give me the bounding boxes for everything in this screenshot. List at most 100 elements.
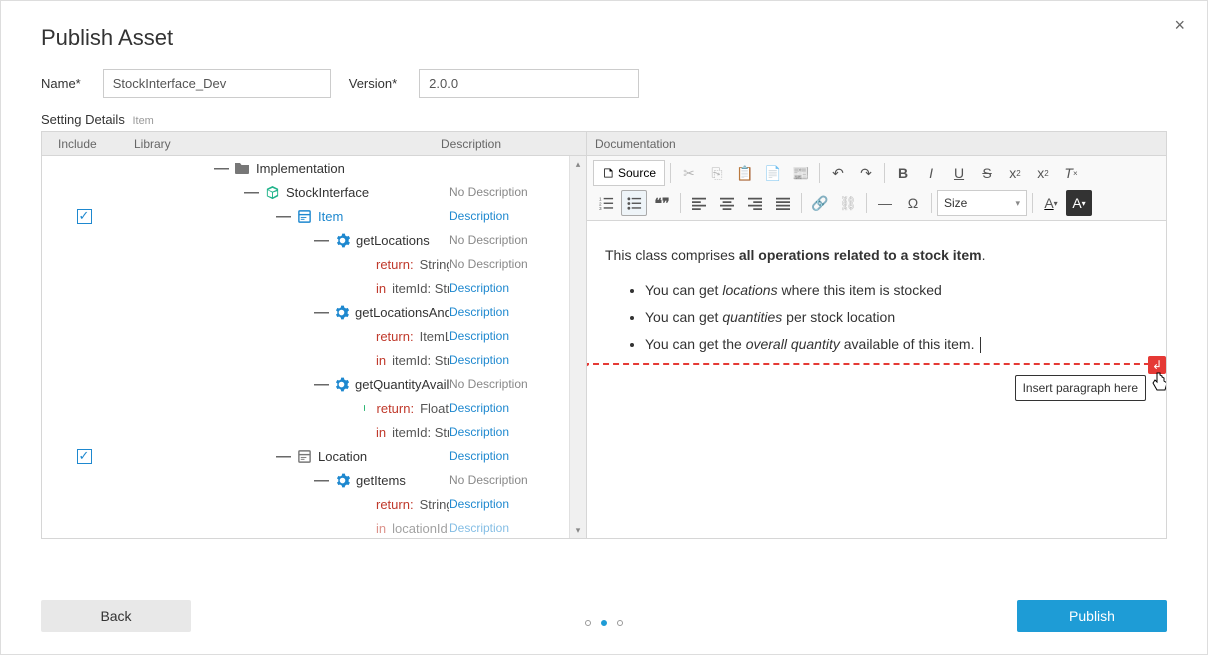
desc-link[interactable]: Description: [449, 401, 565, 415]
tree-row-return[interactable]: return: Float Description: [42, 396, 569, 420]
back-button[interactable]: Back: [41, 600, 191, 632]
tree-row-getlocationsandquantity[interactable]: — getLocationsAndQuantity Description: [42, 300, 569, 324]
name-input[interactable]: [103, 69, 331, 98]
tree-row-param[interactable]: in locationId: String Description: [42, 516, 569, 538]
tb-unlink-icon[interactable]: ⛓: [835, 190, 861, 216]
tb-textcolor-icon[interactable]: A ▾: [1038, 190, 1064, 216]
tb-align-right-icon[interactable]: [742, 190, 768, 216]
list-item: You can get the overall quantity availab…: [645, 334, 1148, 355]
tree-scrollbar[interactable]: [569, 156, 586, 538]
desc-link[interactable]: Description: [449, 521, 565, 535]
tb-size-dropdown[interactable]: Size ▾: [937, 190, 1027, 216]
step-dot-3[interactable]: [617, 620, 623, 626]
tb-italic-icon[interactable]: I: [918, 160, 944, 186]
tb-numbered-list-icon[interactable]: 123: [593, 190, 619, 216]
toggle-icon[interactable]: —: [314, 473, 328, 488]
tree-row-return[interactable]: return: String[] Description: [42, 492, 569, 516]
tb-align-justify-icon[interactable]: [770, 190, 796, 216]
tb-size-label: Size: [944, 196, 967, 210]
tb-bold-icon[interactable]: B: [890, 160, 916, 186]
svg-text:3: 3: [599, 206, 602, 211]
tb-bgcolor-icon[interactable]: A ▾: [1066, 190, 1092, 216]
desc-link[interactable]: Description: [449, 353, 565, 367]
tb-specialchar-icon[interactable]: Ω: [900, 190, 926, 216]
tb-redo-icon[interactable]: ↷: [853, 160, 879, 186]
toggle-icon[interactable]: —: [314, 233, 328, 248]
tb-link-icon[interactable]: 🔗: [807, 190, 833, 216]
tb-undo-icon[interactable]: ↶: [825, 160, 851, 186]
desc-link[interactable]: Description: [449, 449, 565, 463]
tb-cut-icon[interactable]: ✂: [676, 160, 702, 186]
section-title: Setting Details: [41, 112, 125, 127]
insert-paragraph-line[interactable]: ↲: [587, 363, 1166, 365]
step-dot-2[interactable]: [601, 620, 607, 626]
doc-header: Documentation: [587, 132, 1166, 156]
toggle-icon[interactable]: —: [244, 185, 258, 200]
tree-label: StockInterface: [286, 185, 369, 200]
param-text: itemId: String: [392, 281, 449, 296]
toggle-icon[interactable]: —: [314, 305, 328, 320]
param-text: itemId: String: [392, 425, 449, 440]
include-checkbox[interactable]: ✓: [77, 209, 92, 224]
tree-row-location[interactable]: ✓ — Location Description: [42, 444, 569, 468]
desc-none: No Description: [449, 185, 565, 199]
desc-link[interactable]: Description: [449, 281, 565, 295]
folder-icon: [234, 160, 250, 176]
tb-bullet-list-icon[interactable]: [621, 190, 647, 216]
toggle-icon[interactable]: —: [314, 377, 328, 392]
tb-subscript-icon[interactable]: x2: [1002, 160, 1028, 186]
editor-body[interactable]: This class comprises all operations rela…: [587, 221, 1166, 538]
tree-row-getitems[interactable]: — getItems No Description: [42, 468, 569, 492]
list-item: You can get quantities per stock locatio…: [645, 307, 1148, 328]
class-icon: [296, 448, 312, 464]
tb-paste-text-icon[interactable]: 📄: [760, 160, 786, 186]
kw-in: in: [376, 353, 386, 368]
tree-row-getlocations[interactable]: — getLocations No Description: [42, 228, 569, 252]
tb-hr-icon[interactable]: ―: [872, 190, 898, 216]
tb-source-button[interactable]: Source: [593, 160, 665, 186]
desc-link[interactable]: Description: [449, 209, 565, 223]
tb-paste-word-icon[interactable]: 📰: [788, 160, 814, 186]
tb-underline-icon[interactable]: U: [946, 160, 972, 186]
tree-row-param[interactable]: in itemId: String Description: [42, 348, 569, 372]
param-text: locationId: String: [392, 521, 449, 536]
toggle-icon[interactable]: —: [276, 449, 290, 464]
tree-panel: Include Library Description —: [42, 132, 587, 538]
tb-align-left-icon[interactable]: [686, 190, 712, 216]
tb-blockquote-icon[interactable]: ❝❞: [649, 190, 675, 216]
doc-list: You can get locations where this item is…: [645, 280, 1148, 355]
desc-link[interactable]: Description: [449, 329, 565, 343]
tb-strike-icon[interactable]: S: [974, 160, 1000, 186]
tree-row-getquantityavailable[interactable]: — getQuantityAvailable No Description: [42, 372, 569, 396]
publish-asset-dialog: × Publish Asset Name* Version* Setting D…: [0, 0, 1208, 655]
desc-link[interactable]: Description: [449, 497, 565, 511]
tree-row-param[interactable]: in itemId: String Description: [42, 420, 569, 444]
toggle-icon[interactable]: —: [276, 209, 290, 224]
tb-separator: [866, 193, 867, 213]
tb-superscript-icon[interactable]: x2: [1030, 160, 1056, 186]
desc-link[interactable]: Description: [449, 305, 565, 319]
include-checkbox[interactable]: ✓: [77, 449, 92, 464]
desc-link[interactable]: Description: [449, 425, 565, 439]
close-button[interactable]: ×: [1174, 15, 1185, 36]
tree-row-return[interactable]: return: ItemLocation[] Description: [42, 324, 569, 348]
kw-return: return:: [376, 497, 414, 512]
tb-paste-icon[interactable]: 📋: [732, 160, 758, 186]
pointer-cursor-icon: [1150, 371, 1166, 401]
desc-none: No Description: [449, 377, 565, 391]
tree-row-stockinterface[interactable]: — StockInterface No Description: [42, 180, 569, 204]
tb-copy-icon[interactable]: ⎘: [704, 160, 730, 186]
section-sub: Item: [132, 115, 153, 127]
step-dot-1[interactable]: [585, 620, 591, 626]
tb-align-center-icon[interactable]: [714, 190, 740, 216]
tree-label: getLocations: [356, 233, 430, 248]
tree-row-item[interactable]: ✓ — Item Description: [42, 204, 569, 228]
tree-row-implementation[interactable]: — Implementation: [42, 156, 569, 180]
version-input[interactable]: [419, 69, 639, 98]
tree-row-return[interactable]: return: String[] No Description: [42, 252, 569, 276]
tb-removeformat-icon[interactable]: T×: [1058, 160, 1084, 186]
toggle-icon[interactable]: —: [214, 161, 228, 176]
publish-button[interactable]: Publish: [1017, 600, 1167, 632]
param-text: itemId: String: [392, 353, 449, 368]
tree-row-param[interactable]: in itemId: String Description: [42, 276, 569, 300]
